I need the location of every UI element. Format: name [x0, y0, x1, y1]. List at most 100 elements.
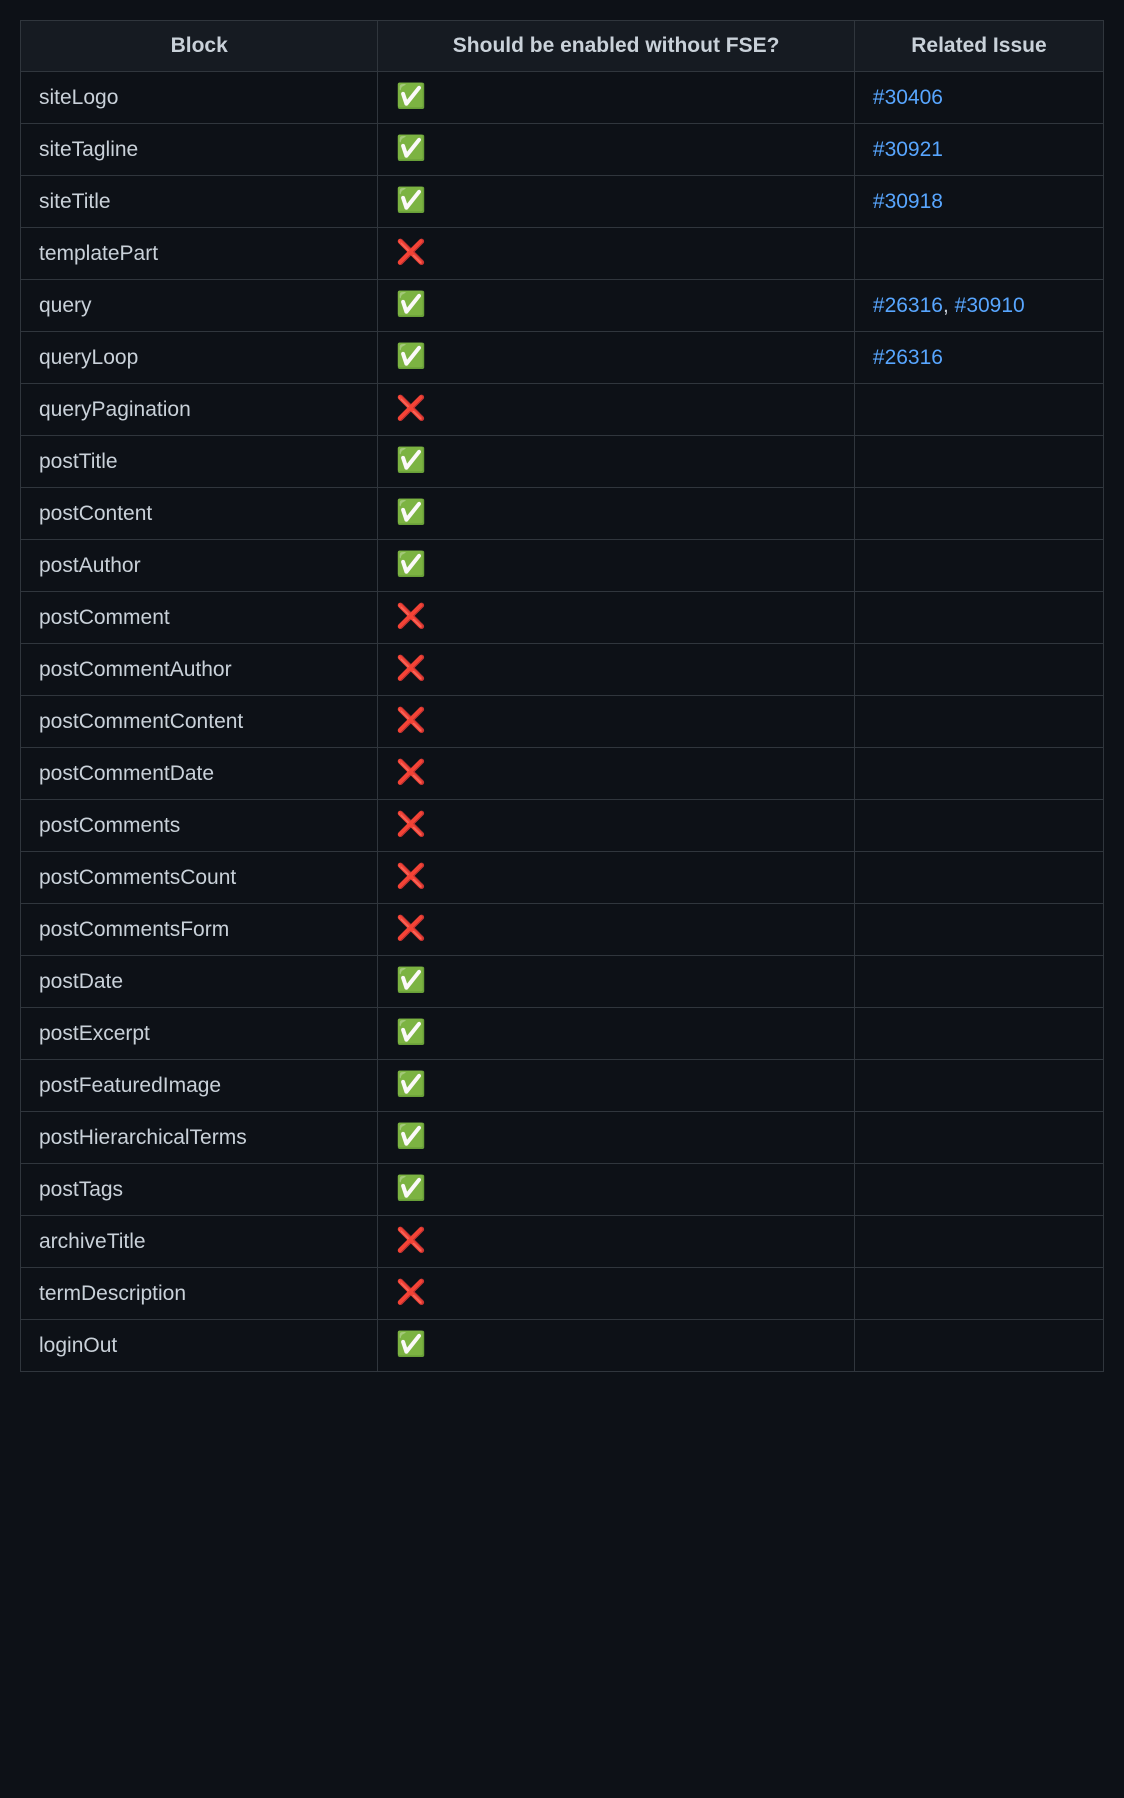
related-issue-cell	[854, 696, 1103, 748]
enabled-cell: ❌	[378, 696, 855, 748]
table-row: templatePart❌	[21, 228, 1104, 280]
enabled-cell: ✅	[378, 72, 855, 124]
related-issue-cell	[854, 904, 1103, 956]
enabled-cell: ✅	[378, 176, 855, 228]
related-issue-cell	[854, 852, 1103, 904]
block-name: postAuthor	[21, 540, 378, 592]
related-issue-cell	[854, 1112, 1103, 1164]
block-name: queryPagination	[21, 384, 378, 436]
table-row: postCommentDate❌	[21, 748, 1104, 800]
check-icon: ✅	[396, 1071, 426, 1098]
related-issue-cell	[854, 748, 1103, 800]
cross-icon: ❌	[396, 603, 426, 630]
check-icon: ✅	[396, 291, 426, 318]
related-issue-cell	[854, 228, 1103, 280]
fse-blocks-table: Block Should be enabled without FSE? Rel…	[20, 20, 1104, 1372]
issue-link[interactable]: #30910	[955, 294, 1025, 317]
check-icon: ✅	[396, 499, 426, 526]
enabled-cell: ❌	[378, 852, 855, 904]
block-name: queryLoop	[21, 332, 378, 384]
table-row: postCommentsCount ❌	[21, 852, 1104, 904]
check-icon: ✅	[396, 967, 426, 994]
block-name: query	[21, 280, 378, 332]
enabled-cell: ❌	[378, 748, 855, 800]
check-icon: ✅	[396, 447, 426, 474]
related-issue-cell	[854, 384, 1103, 436]
block-name: postCommentsCount	[21, 852, 378, 904]
block-name: archiveTitle	[21, 1216, 378, 1268]
related-issue-cell	[854, 488, 1103, 540]
check-icon: ✅	[396, 83, 426, 110]
table-row: postAuthor✅	[21, 540, 1104, 592]
cross-icon: ❌	[396, 915, 426, 942]
block-name: termDescription	[21, 1268, 378, 1320]
check-icon: ✅	[396, 1331, 426, 1358]
header-issue: Related Issue	[854, 21, 1103, 72]
cross-icon: ❌	[396, 811, 426, 838]
issue-link[interactable]: #30921	[873, 138, 943, 161]
check-icon: ✅	[396, 187, 426, 214]
table-row: postTags✅	[21, 1164, 1104, 1216]
table-row: archiveTitle❌	[21, 1216, 1104, 1268]
table-row: queryLoop ✅ #26316	[21, 332, 1104, 384]
cross-icon: ❌	[396, 395, 426, 422]
related-issue-cell	[854, 1268, 1103, 1320]
header-enabled: Should be enabled without FSE?	[378, 21, 855, 72]
related-issue-cell	[854, 800, 1103, 852]
issue-link[interactable]: #30918	[873, 190, 943, 213]
table-row: query ✅ #26316, #30910	[21, 280, 1104, 332]
related-issue-cell: #26316, #30910	[854, 280, 1103, 332]
block-name: loginOut	[21, 1320, 378, 1372]
block-name: siteLogo	[21, 72, 378, 124]
enabled-cell: ✅	[378, 280, 855, 332]
issue-link[interactable]: #30406	[873, 86, 943, 109]
table-row: postExcerpt ✅	[21, 1008, 1104, 1060]
block-name: postDate	[21, 956, 378, 1008]
enabled-cell: ❌	[378, 904, 855, 956]
enabled-cell: ❌	[378, 384, 855, 436]
table-row: siteTagline✅#30921	[21, 124, 1104, 176]
block-name: postCommentsForm	[21, 904, 378, 956]
enabled-cell: ❌	[378, 1268, 855, 1320]
table-row: postCommentContent❌	[21, 696, 1104, 748]
enabled-cell: ❌	[378, 592, 855, 644]
enabled-cell: ❌	[378, 644, 855, 696]
related-issue-cell: #30921	[854, 124, 1103, 176]
related-issue-cell	[854, 1216, 1103, 1268]
enabled-cell: ✅	[378, 488, 855, 540]
block-name: postCommentDate	[21, 748, 378, 800]
related-issue-cell	[854, 1008, 1103, 1060]
enabled-cell: ✅	[378, 1164, 855, 1216]
table-row: queryPagination ❌	[21, 384, 1104, 436]
enabled-cell: ✅	[378, 332, 855, 384]
enabled-cell: ✅	[378, 1320, 855, 1372]
enabled-cell: ✅	[378, 436, 855, 488]
cross-icon: ❌	[396, 863, 426, 890]
block-name: postTitle	[21, 436, 378, 488]
table-row: postTitle ✅	[21, 436, 1104, 488]
related-issue-cell: #30406	[854, 72, 1103, 124]
table-row: postComments❌	[21, 800, 1104, 852]
table-row: postCommentsForm ❌	[21, 904, 1104, 956]
check-icon: ✅	[396, 343, 426, 370]
table-row: postDate ✅	[21, 956, 1104, 1008]
check-icon: ✅	[396, 1175, 426, 1202]
table-row: termDescription ❌	[21, 1268, 1104, 1320]
block-name: postCommentContent	[21, 696, 378, 748]
block-name: postContent	[21, 488, 378, 540]
table-row: siteLogo ✅ #30406	[21, 72, 1104, 124]
table-row: postCommentAuthor❌	[21, 644, 1104, 696]
related-issue-cell	[854, 644, 1103, 696]
header-block: Block	[21, 21, 378, 72]
table-row: postHierarchicalTerms✅	[21, 1112, 1104, 1164]
issue-link[interactable]: #26316	[873, 294, 943, 317]
check-icon: ✅	[396, 1019, 426, 1046]
related-issue-cell	[854, 956, 1103, 1008]
related-issue-cell: #30918	[854, 176, 1103, 228]
issue-link[interactable]: #26316	[873, 346, 943, 369]
block-name: postExcerpt	[21, 1008, 378, 1060]
related-issue-cell	[854, 1060, 1103, 1112]
table-header-row: Block Should be enabled without FSE? Rel…	[21, 21, 1104, 72]
block-name: postComment	[21, 592, 378, 644]
cross-icon: ❌	[396, 1279, 426, 1306]
